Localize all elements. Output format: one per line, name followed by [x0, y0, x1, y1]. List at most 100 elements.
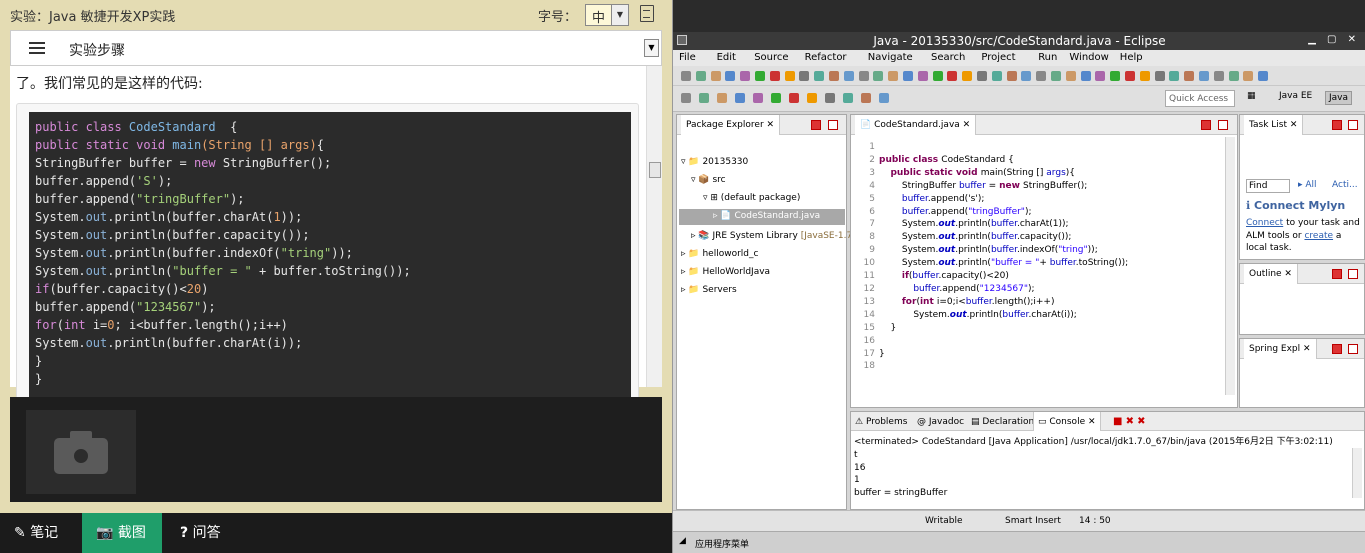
editor-scrollbar[interactable]: [1225, 137, 1235, 395]
toolbar-button[interactable]: [917, 71, 928, 81]
toolbar-button[interactable]: [1051, 71, 1061, 81]
open-perspective-icon[interactable]: ▦: [1247, 91, 1256, 101]
minimize-icon[interactable]: [811, 120, 821, 130]
tab-javadoc[interactable]: @ Javadoc: [917, 417, 964, 427]
toolbar-button[interactable]: [740, 71, 751, 81]
toolbar-button[interactable]: [681, 71, 691, 81]
maximize-icon[interactable]: [828, 120, 838, 130]
toolbar-button[interactable]: [888, 71, 899, 81]
toolbar-button[interactable]: [1154, 71, 1165, 81]
toolbar-button[interactable]: [1095, 71, 1106, 81]
console-scrollbar[interactable]: [1352, 448, 1362, 498]
menu-search[interactable]: Search: [931, 52, 965, 63]
minimize-icon[interactable]: [1332, 269, 1342, 279]
toolbar-button[interactable]: [873, 71, 884, 81]
toolbar-button[interactable]: [1125, 71, 1135, 81]
app-menu-icon[interactable]: ◢: [679, 536, 686, 546]
toolbar-button[interactable]: [879, 93, 889, 103]
menu-refactor[interactable]: Refactor: [805, 52, 847, 63]
toolbar-button[interactable]: [769, 71, 780, 81]
menu-source[interactable]: Source: [754, 52, 788, 63]
editor-text[interactable]: public class CodeStandard { public stati…: [879, 141, 1128, 373]
toolbar-button[interactable]: [932, 71, 943, 81]
notes-tab[interactable]: ✎ 笔记: [14, 513, 80, 553]
toolbar-button[interactable]: [1184, 71, 1195, 81]
tree-item-src[interactable]: ▿ 📦 src: [691, 175, 726, 185]
task-filter-all[interactable]: ▸ All: [1298, 180, 1317, 190]
tab-outline[interactable]: Outline ✕: [1244, 264, 1298, 284]
toolbar-button[interactable]: [1169, 71, 1180, 81]
toolbar-button[interactable]: [1006, 71, 1017, 81]
toolbar-button[interactable]: [825, 93, 835, 103]
toolbar-button[interactable]: [843, 93, 853, 103]
app-menu-label[interactable]: 应用程序菜单: [695, 537, 749, 550]
toolbar-button[interactable]: [755, 71, 765, 81]
toolbar-button[interactable]: [1139, 71, 1150, 81]
toolbar-button[interactable]: [789, 93, 799, 103]
toolbar-button[interactable]: [681, 93, 691, 103]
maximize-icon[interactable]: [1218, 120, 1228, 130]
toolbar-button[interactable]: [962, 71, 973, 81]
steps-dropdown-icon[interactable]: ▼: [644, 39, 659, 57]
tree-item-codestandard[interactable]: ▹ 📄 CodeStandard.java: [679, 209, 845, 225]
document-icon[interactable]: [640, 5, 654, 22]
tab-console[interactable]: ▭ Console ✕: [1033, 412, 1101, 431]
content-scrollbar[interactable]: [646, 66, 662, 387]
tab-codestandard-java[interactable]: 📄 CodeStandard.java ✕: [855, 115, 977, 135]
toolbar-button[interactable]: [1199, 71, 1209, 81]
toolbar-button[interactable]: [784, 71, 795, 81]
maximize-icon[interactable]: [1348, 269, 1358, 279]
tab-problems[interactable]: ⚠ Problems: [855, 417, 907, 427]
tab-spring-explorer[interactable]: Spring Expl ✕: [1244, 339, 1317, 359]
toolbar-button[interactable]: [947, 71, 958, 81]
toolbar-button[interactable]: [1258, 71, 1269, 81]
toolbar-button[interactable]: [1228, 71, 1239, 81]
toolbar-button[interactable]: [710, 71, 721, 81]
toolbar-button[interactable]: [843, 71, 854, 81]
font-size-select[interactable]: 中 ▼: [585, 4, 629, 26]
toolbar-button[interactable]: [1080, 71, 1091, 81]
minimize-icon[interactable]: [1332, 344, 1342, 354]
minimize-icon[interactable]: [1332, 120, 1342, 130]
menu-help[interactable]: Help: [1120, 52, 1143, 63]
perspective-java[interactable]: Java: [1325, 91, 1353, 105]
tab-package-explorer[interactable]: Package Explorer ✕: [681, 115, 781, 135]
toolbar-button[interactable]: [1213, 71, 1224, 81]
task-find-input[interactable]: Find: [1246, 179, 1290, 193]
menu-run[interactable]: Run: [1038, 52, 1057, 63]
create-link[interactable]: create: [1304, 231, 1333, 241]
connect-link[interactable]: Connect: [1246, 218, 1283, 228]
tree-item-jre[interactable]: ▹ 📚 JRE System Library [JavaSE-1.7]: [691, 231, 856, 241]
menu-project[interactable]: Project: [981, 52, 1015, 63]
code-editor[interactable]: 📄 CodeStandard.java ✕ 1 2 3 4 5 6 7 8 9 10 11 12 13 1…: [850, 114, 1238, 408]
tab-declaration[interactable]: ▤ Declaration: [971, 417, 1034, 427]
screenshot-tab[interactable]: 📷 截图: [82, 513, 162, 553]
tree-item-default-package[interactable]: ▿ ⊞ (default package): [703, 193, 800, 203]
toolbar-button[interactable]: [695, 71, 706, 81]
menu-edit[interactable]: Edit: [717, 52, 736, 63]
task-filter-active[interactable]: Acti...: [1332, 180, 1358, 190]
maximize-icon[interactable]: [1348, 120, 1358, 130]
menu-file[interactable]: File: [679, 52, 696, 63]
tab-task-list[interactable]: Task List ✕: [1244, 115, 1304, 135]
toolbar-button[interactable]: [699, 93, 709, 103]
minimize-icon[interactable]: [1201, 120, 1211, 130]
toolbar-button[interactable]: [771, 93, 781, 103]
toolbar-button[interactable]: [725, 71, 736, 81]
toolbar-button[interactable]: [977, 71, 987, 81]
toolbar-button[interactable]: [861, 93, 871, 103]
scroll-thumb[interactable]: [649, 162, 661, 178]
toolbar-button[interactable]: [1110, 71, 1121, 81]
menu-window[interactable]: Window: [1069, 52, 1108, 63]
toolbar-button[interactable]: [814, 71, 825, 81]
terminate-icon[interactable]: ■ ✖ ✖: [1113, 416, 1146, 427]
toolbar-button[interactable]: [717, 93, 727, 103]
tree-item-servers[interactable]: ▹ 📁 Servers: [681, 285, 737, 295]
tree-item-helloworld-c[interactable]: ▹ 📁 helloworld_c: [681, 249, 758, 259]
screenshot-placeholder[interactable]: [26, 410, 136, 494]
toolbar-button[interactable]: [799, 71, 810, 81]
maximize-icon[interactable]: [1348, 344, 1358, 354]
toolbar-button[interactable]: [1243, 71, 1254, 81]
toolbar-button[interactable]: [735, 93, 745, 103]
toolbar-button[interactable]: [1036, 71, 1047, 81]
